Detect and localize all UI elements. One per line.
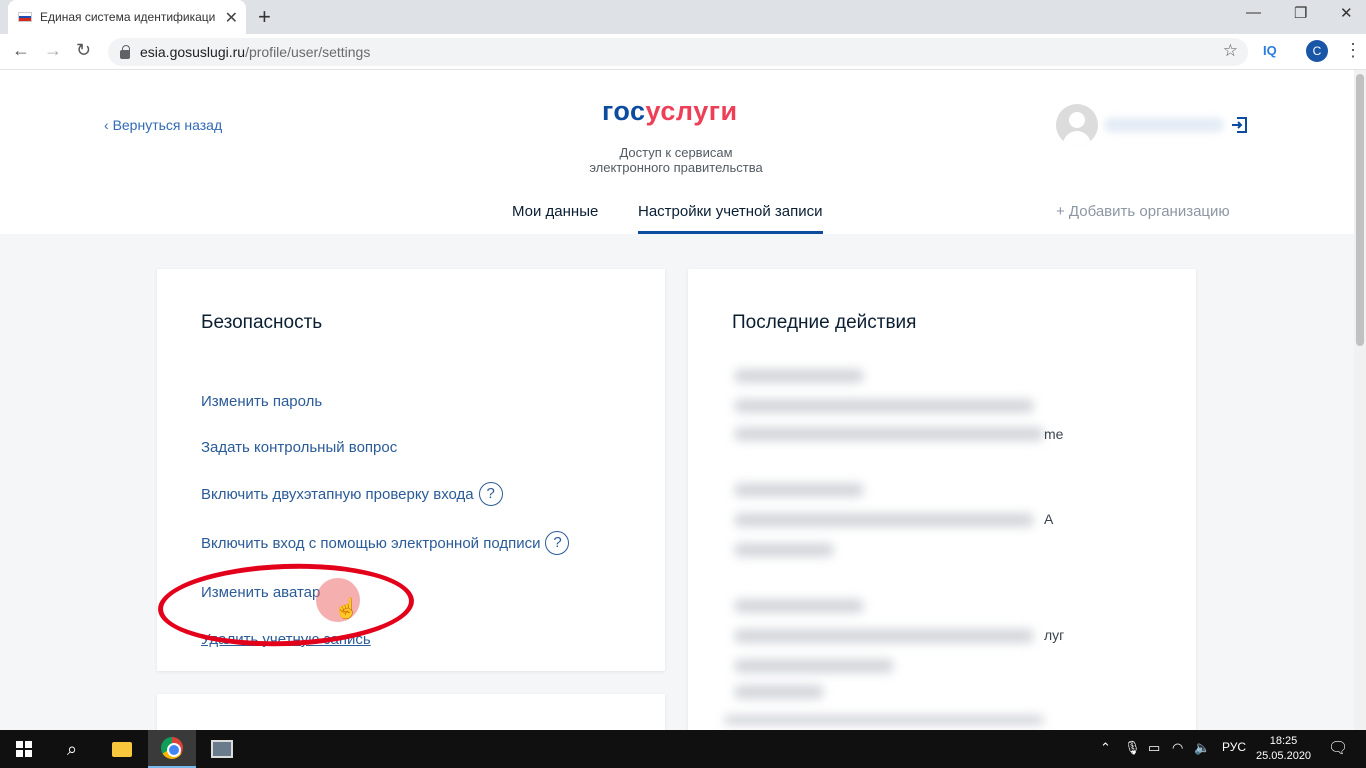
partial-text: A	[1044, 511, 1054, 527]
browser-tab[interactable]: Единая система идентификаци ✕	[8, 0, 246, 34]
blurred-text	[724, 715, 1044, 725]
blurred-text	[734, 513, 1034, 527]
russian-flag-icon	[18, 12, 32, 22]
logo-gos: гос	[602, 96, 646, 126]
search-icon[interactable]: ⌕	[48, 730, 96, 768]
security-title: Безопасность	[201, 312, 323, 333]
start-button[interactable]	[0, 730, 48, 768]
back-link-label: Вернуться назад	[112, 117, 223, 133]
minimize-button[interactable]: —	[1246, 4, 1261, 21]
window-icon	[211, 740, 233, 758]
page-header: ‹ Вернуться назад госуслуги Доступ к сер…	[0, 70, 1354, 234]
folder-icon	[112, 741, 132, 757]
blurred-text	[734, 629, 1034, 643]
windows-taskbar: ⌕ ⌃ 🎙 ▭ ◠ 🔈 РУС 18:25 25.05.2020 🗨	[0, 730, 1366, 768]
url-path: /profile/user/settings	[245, 44, 371, 60]
blurred-text	[734, 427, 1044, 441]
subtitle-line-2: электронного правительства	[589, 160, 763, 175]
forward-arrow-icon[interactable]: →	[44, 40, 62, 61]
blurred-text	[734, 599, 864, 613]
partial-text: me	[1044, 426, 1064, 442]
link-label: Включить двухэтапную проверку входа	[201, 485, 474, 503]
profile-avatar-button[interactable]: C	[1306, 40, 1328, 62]
blurred-text	[734, 543, 834, 557]
blurred-text	[734, 659, 894, 673]
logout-icon[interactable]	[1230, 116, 1248, 134]
url-host: esia.gosuslugi.ru	[140, 44, 246, 60]
language-indicator[interactable]: РУС	[1222, 740, 1246, 754]
subtitle-line-1: Доступ к сервисам	[619, 145, 733, 160]
file-explorer-button[interactable]	[98, 730, 146, 768]
tab-account-settings[interactable]: Настройки учетной записи	[638, 203, 823, 234]
close-window-button[interactable]: ✕	[1340, 4, 1353, 22]
app-taskbar-button[interactable]	[198, 730, 246, 768]
blurred-text	[734, 483, 864, 497]
clock-time: 18:25	[1269, 735, 1298, 747]
content-area: Безопасность Изменить пароль Задать конт…	[0, 234, 1354, 754]
set-security-question-link[interactable]: Задать контрольный вопрос	[201, 439, 397, 456]
battery-icon[interactable]: ▭	[1148, 740, 1160, 756]
chrome-taskbar-button[interactable]	[148, 730, 196, 768]
blurred-text	[734, 369, 864, 383]
hand-cursor-icon: ☝	[334, 598, 359, 620]
wifi-icon[interactable]: ◠	[1172, 740, 1183, 756]
back-link[interactable]: ‹ Вернуться назад	[104, 117, 222, 133]
new-tab-button[interactable]: +	[258, 4, 271, 30]
logo-uslugi: услуги	[645, 96, 738, 126]
scrollbar-thumb[interactable]	[1356, 74, 1364, 346]
change-password-link[interactable]: Изменить пароль	[201, 393, 322, 410]
tab-my-data[interactable]: Мои данные	[512, 203, 598, 220]
recent-actions-title: Последние действия	[732, 312, 917, 333]
blurred-text	[734, 399, 1034, 413]
browser-tab-bar: Единая система идентификаци ✕ + — ❐ ✕	[0, 0, 1366, 34]
clock-date: 25.05.2020	[1256, 750, 1312, 762]
gosuslugi-logo[interactable]: госуслуги	[602, 96, 738, 127]
extension-iq-button[interactable]: IQ	[1263, 43, 1277, 58]
link-label: Изменить пароль	[201, 393, 323, 410]
bookmark-star-icon[interactable]: ☆	[1223, 41, 1238, 61]
chrome-icon	[161, 737, 183, 759]
recent-actions-card: Последние действия me A луг	[688, 269, 1196, 739]
clock[interactable]: 18:25 25.05.2020	[1256, 734, 1311, 764]
user-name-blurred	[1104, 118, 1224, 132]
reload-icon[interactable]: ↻	[76, 40, 91, 61]
blurred-text	[734, 685, 824, 699]
two-step-verification-link[interactable]: Включить двухэтапную проверку входа?	[201, 482, 503, 506]
link-label: Включить вход с помощью электронной подп…	[201, 534, 541, 552]
lock-icon	[120, 44, 130, 59]
page-scrollbar[interactable]	[1354, 70, 1366, 730]
logo-subtitle: Доступ к сервисам электронного правитель…	[566, 145, 786, 175]
windows-logo-icon	[16, 741, 32, 757]
address-bar[interactable]: esia.gosuslugi.ru /profile/user/settings…	[108, 38, 1248, 66]
user-avatar[interactable]	[1056, 104, 1098, 146]
tab-close-icon[interactable]: ✕	[225, 8, 238, 28]
back-arrow-icon[interactable]: ←	[12, 40, 30, 61]
browser-menu-icon[interactable]: ⋮	[1344, 40, 1362, 61]
volume-icon[interactable]: 🔈	[1194, 740, 1210, 756]
tab-title: Единая система идентификаци	[40, 10, 216, 24]
link-label: Задать контрольный вопрос	[201, 439, 398, 456]
partial-text: луг	[1044, 627, 1065, 643]
maximize-button[interactable]: ❐	[1294, 4, 1307, 22]
add-organization-link[interactable]: + Добавить организацию	[1056, 203, 1230, 220]
notifications-icon[interactable]: 🗨	[1328, 738, 1348, 758]
help-icon[interactable]: ?	[545, 531, 570, 555]
microphone-icon[interactable]: 🎙	[1124, 740, 1141, 756]
browser-toolbar: ← → ↻ esia.gosuslugi.ru /profile/user/se…	[0, 34, 1366, 70]
tray-chevron-icon[interactable]: ⌃	[1100, 740, 1111, 756]
help-icon[interactable]: ?	[478, 482, 503, 506]
digital-signature-login-link[interactable]: Включить вход с помощью электронной подп…	[201, 531, 570, 555]
